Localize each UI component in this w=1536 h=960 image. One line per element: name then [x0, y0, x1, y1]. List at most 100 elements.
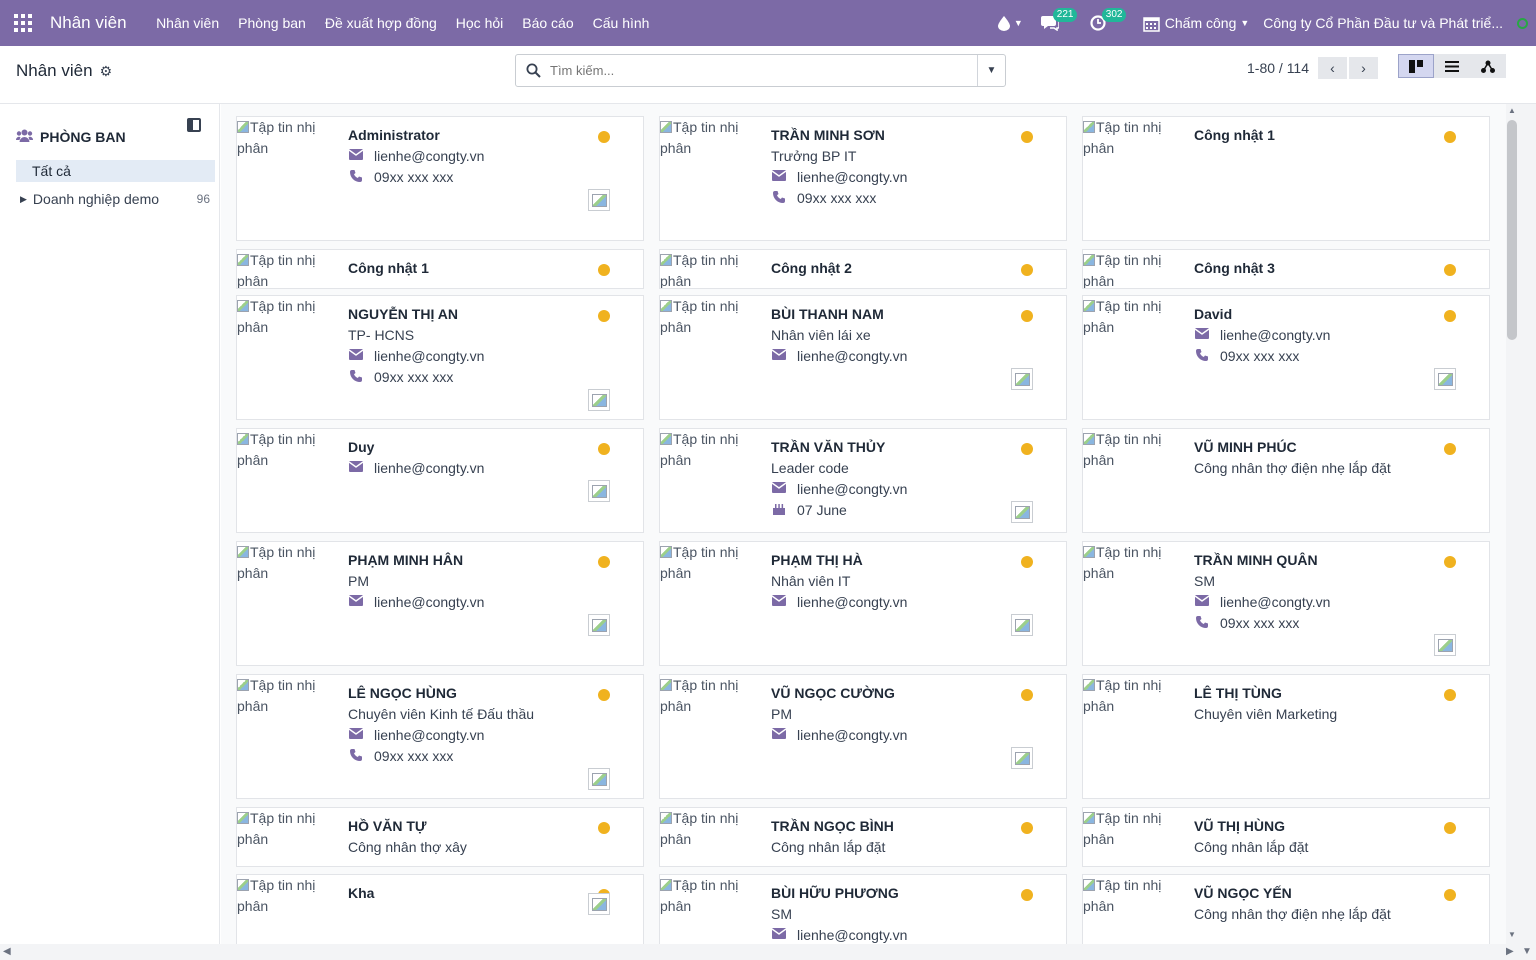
- scrollbar-thumb[interactable]: [1507, 120, 1517, 340]
- broken-image-icon: [660, 879, 672, 891]
- employee-card[interactable]: Tập tin nhị phân PHẠM THỊ HÀ Nhân viên IT l…: [659, 541, 1067, 666]
- online-status-icon[interactable]: [1517, 17, 1528, 29]
- employee-card[interactable]: Tập tin nhị phân Kha: [236, 874, 644, 944]
- manager-avatar[interactable]: [588, 893, 610, 915]
- menu-employees[interactable]: Nhân viên: [147, 15, 229, 31]
- employee-card[interactable]: Tập tin nhị phân BÙI THANH NAM Nhân viên l…: [659, 295, 1067, 420]
- employee-name: VŨ NGỌC YẾN: [1194, 885, 1292, 901]
- manager-avatar[interactable]: [1434, 368, 1456, 390]
- broken-image-icon: [237, 121, 249, 133]
- activities-button[interactable]: 302: [1090, 8, 1127, 31]
- sidebar-collapse-icon[interactable]: [187, 118, 201, 132]
- broken-image-icon: [237, 546, 249, 558]
- scroll-left-icon[interactable]: ◀: [3, 946, 11, 957]
- broken-image-icon: [660, 812, 672, 824]
- manager-avatar[interactable]: [1011, 368, 1033, 390]
- envelope-icon: [771, 482, 787, 496]
- employee-card[interactable]: Tập tin nhị phân NGUYỄN THỊ AN TP- HCNS lie…: [236, 295, 644, 420]
- kanban-view-button[interactable]: [1398, 54, 1434, 78]
- employee-name: Administrator: [348, 127, 440, 143]
- app-brand[interactable]: Nhân viên: [50, 13, 127, 33]
- employee-email: lienhe@congty.vn: [771, 169, 907, 185]
- menu-departments[interactable]: Phòng ban: [229, 15, 316, 31]
- gear-icon[interactable]: ⚙: [100, 63, 113, 80]
- employee-card[interactable]: Tập tin nhị phân TRẦN NGỌC BÌNH Công nhân …: [659, 807, 1067, 867]
- presence-status-icon: [598, 264, 610, 276]
- employee-card[interactable]: Tập tin nhị phân VŨ NGỌC CƯỜNG PM lienhe@co…: [659, 674, 1067, 799]
- employee-card[interactable]: Tập tin nhị phân HỒ VĂN TỰ Công nhân thợ x…: [236, 807, 644, 867]
- sidebar-item-all[interactable]: Tất cả: [16, 160, 215, 182]
- employee-card[interactable]: Tập tin nhị phân Administrator lienhe@cong…: [236, 116, 644, 241]
- messages-count-badge: 221: [1052, 8, 1078, 22]
- menu-contract-proposals[interactable]: Đề xuất hợp đồng: [315, 15, 446, 31]
- employee-avatar: Tập tin nhị phân: [1083, 429, 1179, 471]
- caret-right-icon[interactable]: ▶: [20, 194, 27, 205]
- manager-avatar[interactable]: [588, 189, 610, 211]
- employee-avatar: Tập tin nhị phân: [237, 808, 333, 850]
- scroll-down-icon[interactable]: ▼: [1522, 946, 1532, 957]
- employee-avatar: Tập tin nhị phân: [237, 117, 333, 159]
- sidebar-header: PHÒNG BAN: [15, 129, 126, 145]
- employee-card[interactable]: Tập tin nhị phân BÙI HỮU PHƯƠNG SM lienhe@c…: [659, 874, 1067, 944]
- employee-phone: 09xx xxx xxx: [348, 169, 453, 185]
- search-input[interactable]: [550, 63, 977, 78]
- employee-card[interactable]: Tập tin nhị phân Duy lienhe@congty.vn: [236, 428, 644, 533]
- pager-value[interactable]: 1-80 / 114: [1247, 60, 1309, 76]
- manager-avatar[interactable]: [588, 389, 610, 411]
- menu-configuration[interactable]: Cấu hình: [583, 15, 659, 31]
- manager-avatar[interactable]: [588, 768, 610, 790]
- vertical-scrollbar[interactable]: ▲ ▼: [1506, 104, 1536, 944]
- employee-avatar: Tập tin nhị phân: [237, 875, 333, 917]
- manager-avatar[interactable]: [1011, 747, 1033, 769]
- scroll-up-icon[interactable]: ▲: [1508, 106, 1516, 115]
- manager-avatar[interactable]: [588, 614, 610, 636]
- employee-avatar: Tập tin nhị phân: [660, 429, 756, 471]
- employee-card[interactable]: Tập tin nhị phân VŨ MINH PHÚC Công nhân th…: [1082, 428, 1490, 533]
- presence-status-icon: [598, 443, 610, 455]
- employee-card[interactable]: Tập tin nhị phân Công nhật 3: [1082, 249, 1490, 289]
- hierarchy-view-button[interactable]: [1470, 54, 1506, 78]
- employee-card[interactable]: Tập tin nhị phân TRẦN VĂN THỦY Leader code…: [659, 428, 1067, 533]
- attendance-menu[interactable]: Chấm công ▼: [1143, 15, 1250, 32]
- employee-card[interactable]: Tập tin nhị phân LÊ NGỌC HÙNG Chuyên viên …: [236, 674, 644, 799]
- list-view-button[interactable]: [1434, 54, 1470, 78]
- pager-previous-button[interactable]: ‹: [1318, 57, 1348, 79]
- search-options-toggle[interactable]: ▼: [977, 55, 1005, 86]
- employee-job-title: Leader code: [771, 460, 849, 476]
- phone-icon: [348, 748, 364, 764]
- presence-status-icon: [1021, 264, 1033, 276]
- control-panel: Nhân viên ⚙ ▼ 1-80 / 114 ‹ ›: [0, 46, 1536, 104]
- chevron-down-icon: ▼: [1240, 18, 1250, 28]
- employee-card[interactable]: Tập tin nhị phân Công nhật 2: [659, 249, 1067, 289]
- manager-avatar[interactable]: [1011, 501, 1033, 523]
- sidebar-item-demo-company[interactable]: ▶ Doanh nghiệp demo 96: [20, 191, 210, 207]
- horizontal-scrollbar[interactable]: ◀ ▶ ▼: [0, 944, 1536, 960]
- employee-card[interactable]: Tập tin nhị phân TRẦN MINH QUÂN SM lienhe@c…: [1082, 541, 1490, 666]
- employee-card[interactable]: Tập tin nhị phân Công nhật 1: [1082, 116, 1490, 241]
- presence-status-icon: [1021, 310, 1033, 322]
- employee-card[interactable]: Tập tin nhị phân TRẦN MINH SƠN Trưởng BP I…: [659, 116, 1067, 241]
- company-switcher[interactable]: Công ty Cổ Phần Đầu tư và Phát triể...: [1263, 15, 1503, 31]
- employee-card[interactable]: Tập tin nhị phân VŨ NGỌC YẾN Công nhân thợ…: [1082, 874, 1490, 944]
- search-bar: ▼: [515, 54, 1006, 87]
- employee-card[interactable]: Tập tin nhị phân Công nhật 1: [236, 249, 644, 289]
- employee-card[interactable]: Tập tin nhị phân David lienhe@congty.vn 09x…: [1082, 295, 1490, 420]
- apps-menu-icon[interactable]: [0, 0, 46, 46]
- employee-card[interactable]: Tập tin nhị phân LÊ THỊ TÙNG Chuyên viên M…: [1082, 674, 1490, 799]
- manager-avatar[interactable]: [1434, 634, 1456, 656]
- manager-avatar[interactable]: [1011, 614, 1033, 636]
- messages-button[interactable]: 221: [1040, 8, 1078, 31]
- scroll-down-icon[interactable]: ▼: [1508, 930, 1516, 939]
- employee-card[interactable]: Tập tin nhị phân PHẠM MINH HÂN PM lienhe@co…: [236, 541, 644, 666]
- pager-next-button[interactable]: ›: [1349, 57, 1379, 79]
- employee-job-title: Công nhân thợ điện nhẹ lắp đặt: [1194, 460, 1391, 476]
- manager-avatar[interactable]: [588, 480, 610, 502]
- menu-learning[interactable]: Học hỏi: [446, 15, 512, 31]
- scroll-right-icon[interactable]: ▶: [1506, 946, 1514, 957]
- employee-card[interactable]: Tập tin nhị phân VŨ THỊ HÙNG Công nhân lắp…: [1082, 807, 1490, 867]
- search-icon: [516, 63, 550, 78]
- employee-avatar: Tập tin nhị phân: [237, 250, 333, 288]
- menu-reports[interactable]: Báo cáo: [513, 15, 583, 31]
- main-menu: Nhân viên Phòng ban Đề xuất hợp đồng Học…: [147, 15, 659, 31]
- drop-icon[interactable]: ▼: [997, 15, 1023, 31]
